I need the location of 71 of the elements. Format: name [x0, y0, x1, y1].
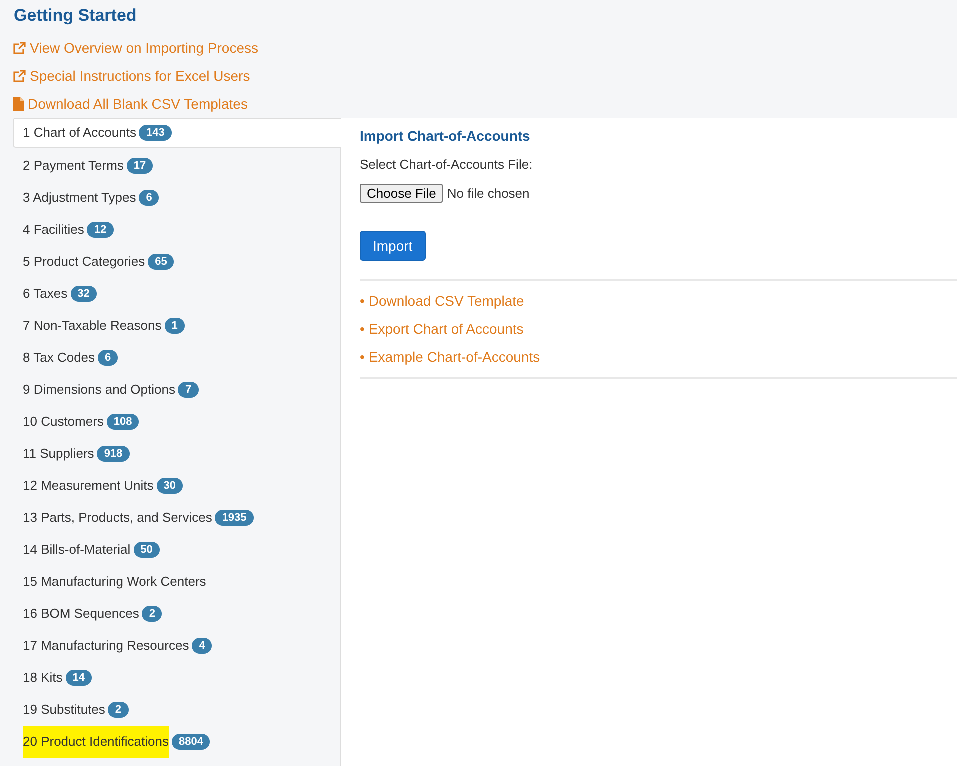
step-item[interactable]: 11 Suppliers 918 [13, 438, 341, 470]
choose-file-button[interactable]: Choose File [360, 184, 444, 203]
count-badge: 17 [126, 158, 154, 174]
count-badge: 6 [139, 190, 160, 206]
step-label: 1 Chart of Accounts [23, 124, 136, 142]
step-item[interactable]: 5 Product Categories 65 [13, 246, 341, 278]
step-item[interactable]: 17 Manufacturing Resources 4 [13, 630, 341, 662]
count-badge: 12 [87, 222, 114, 238]
count-badge: 30 [156, 478, 184, 494]
count-badge: 4 [192, 638, 212, 654]
step-label: 19 Substitutes [23, 701, 106, 719]
step-label: 18 Kits [23, 669, 63, 687]
step-label: 5 Product Categories [23, 253, 146, 271]
step-label: 2 Payment Terms [23, 157, 124, 175]
step-label: 20 Product Identifications [23, 726, 169, 758]
step-label: 15 Manufacturing Work Centers [23, 573, 206, 591]
step-item[interactable]: 1 Chart of Accounts 143 [13, 118, 341, 148]
count-badge: 7 [178, 382, 199, 398]
count-badge: 6 [98, 350, 118, 366]
step-item[interactable]: 19 Substitutes 2 [13, 694, 341, 726]
step-label: 17 Manufacturing Resources [23, 637, 190, 655]
step-label: 8 Tax Codes [23, 349, 96, 367]
file-icon [13, 97, 24, 111]
step-item[interactable]: 2 Payment Terms 17 [13, 150, 341, 182]
count-badge: 2 [142, 606, 162, 622]
step-label: 7 Non-Taxable Reasons [23, 317, 162, 335]
step-label: 3 Adjustment Types [23, 189, 136, 207]
count-badge: 8804 [172, 734, 210, 750]
file-status: No file chosen [447, 186, 530, 201]
step-item[interactable]: 12 Measurement Units 30 [13, 470, 341, 502]
external-link-icon [13, 70, 26, 82]
step-item[interactable]: 14 Bills-of-Material 50 [13, 534, 341, 566]
step-item[interactable]: 3 Adjustment Types 6 [13, 182, 341, 214]
step-label: 13 Parts, Products, and Services [23, 509, 212, 527]
count-badge: 143 [139, 125, 172, 141]
step-item[interactable]: 20 Product Identifications 8804 [13, 726, 341, 758]
step-label: 14 Bills-of-Material [23, 541, 131, 559]
count-badge: 65 [148, 254, 174, 270]
count-badge: 918 [97, 446, 130, 462]
import-button[interactable]: Import [360, 231, 426, 261]
page-title: Getting Started [13, 6, 138, 26]
bullet: • [360, 349, 365, 365]
count-badge: 50 [134, 542, 160, 558]
step-label: 6 Taxes [23, 285, 68, 303]
count-badge: 1 [164, 318, 185, 334]
step-item[interactable]: 8 Tax Codes 6 [13, 342, 341, 374]
count-badge: 2 [108, 702, 129, 718]
count-badge: 108 [106, 414, 140, 430]
step-item[interactable]: 9 Dimensions and Options 7 [13, 374, 341, 406]
file-label: Select Chart-of-Accounts File: [360, 157, 534, 172]
step-item[interactable]: 16 BOM Sequences 2 [13, 598, 341, 630]
count-badge: 14 [66, 670, 92, 686]
step-label: 9 Dimensions and Options [23, 381, 176, 399]
step-item[interactable]: 15 Manufacturing Work Centers [13, 566, 341, 598]
step-label: 4 Facilities [23, 221, 84, 239]
step-item[interactable]: 18 Kits 14 [13, 662, 341, 694]
step-item[interactable]: 4 Facilities 12 [13, 214, 341, 246]
step-item[interactable]: 13 Parts, Products, and Services 1935 [13, 502, 341, 534]
step-label: 10 Customers [23, 413, 104, 431]
step-label: 11 Suppliers [23, 445, 94, 463]
bullet: • [360, 321, 365, 337]
count-badge: 32 [70, 286, 97, 302]
step-item[interactable]: 7 Non-Taxable Reasons 1 [13, 310, 341, 342]
count-badge: 1935 [215, 510, 254, 526]
panel-title: Import Chart-of-Accounts [360, 128, 532, 145]
step-label: 16 BOM Sequences [23, 605, 140, 623]
external-link-icon [13, 42, 26, 54]
step-item[interactable]: 6 Taxes 32 [13, 278, 341, 310]
bullet: • [360, 293, 365, 309]
step-label: 12 Measurement Units [23, 477, 154, 495]
step-item[interactable]: 10 Customers 108 [13, 406, 341, 438]
